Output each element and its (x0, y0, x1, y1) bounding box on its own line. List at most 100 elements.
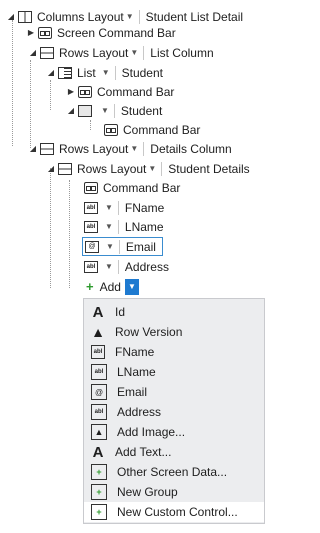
node-label: Command Bar (103, 180, 181, 195)
tree-node-student-item[interactable]: ◢ ▼ Student (66, 101, 162, 120)
separator (117, 200, 119, 215)
image-icon: ▲ (91, 424, 107, 440)
selected-node[interactable]: @ ▼ Email (82, 237, 163, 256)
add-dropdown-button[interactable]: ▼ (124, 278, 139, 295)
chevron-down-icon[interactable]: ▼ (148, 164, 156, 173)
summary-item-icon (78, 104, 92, 117)
tree-node-field-lname[interactable]: abl ▼ LName (84, 217, 164, 236)
add-item-row[interactable]: + Add ▼ (86, 277, 139, 296)
node-label: Screen Command Bar (57, 25, 176, 40)
menu-item-new-group[interactable]: + New Group (84, 482, 264, 502)
add-label[interactable]: Add (100, 280, 121, 294)
rows-layout-icon (58, 162, 72, 175)
command-bar-icon (84, 181, 98, 194)
chevron-down-icon[interactable]: ▼ (105, 262, 113, 271)
separator (138, 9, 140, 24)
collapse-toggle[interactable]: ◢ (28, 47, 38, 59)
chevron-down-icon[interactable]: ▼ (105, 222, 113, 231)
menu-item-label: Email (117, 385, 148, 399)
text-box-icon: abl (91, 345, 105, 359)
tree-node-rows-layout-list-column[interactable]: ◢ Rows Layout ▼ List Column (28, 43, 214, 62)
menu-item-label: LName (117, 365, 156, 379)
menu-item-other-screen-data[interactable]: + Other Screen Data... (84, 462, 264, 482)
separator (117, 219, 119, 234)
collapse-toggle[interactable]: ◢ (6, 11, 16, 23)
new-group-icon: + (91, 484, 107, 500)
text-box-icon: abl (84, 260, 98, 273)
node-name-label[interactable]: Student (121, 104, 162, 118)
chevron-down-icon[interactable]: ▼ (130, 48, 138, 57)
menu-item-row-version[interactable]: ▲ Row Version (84, 322, 264, 342)
menu-item-label: Add Text... (115, 445, 172, 459)
node-name-label[interactable]: Student Details (168, 162, 249, 176)
tree-node-field-email[interactable]: @ ▼ Email (82, 237, 163, 256)
field-label[interactable]: FName (125, 201, 164, 215)
add-dropdown-menu: A Id ▲ Row Version abl FName abl LName @… (83, 298, 265, 524)
tree-node-rows-layout-details-column[interactable]: ◢ Rows Layout ▼ Details Column (28, 139, 232, 158)
tree-node-field-address[interactable]: abl ▼ Address (84, 257, 169, 276)
node-type-label: Rows Layout (59, 141, 129, 156)
menu-item-label: Add Image... (117, 425, 186, 439)
chevron-down-icon[interactable]: ▼ (106, 242, 114, 251)
menu-item-address[interactable]: abl Address (84, 402, 264, 422)
separator (161, 161, 163, 176)
menu-item-email[interactable]: @ Email (84, 382, 264, 402)
expand-toggle[interactable]: ▶ (66, 86, 76, 98)
letter-a-icon: A (92, 303, 104, 321)
expand-toggle[interactable]: ▶ (26, 27, 36, 39)
collapse-toggle[interactable]: ◢ (28, 143, 38, 155)
menu-item-fname[interactable]: abl FName (84, 342, 264, 362)
collapse-toggle[interactable]: ◢ (46, 67, 56, 79)
chevron-down-icon[interactable]: ▼ (102, 68, 110, 77)
field-label[interactable]: LName (125, 220, 164, 234)
menu-item-add-text[interactable]: A Add Text... (84, 442, 264, 462)
command-bar-icon (78, 85, 92, 98)
tree-node-list-command-bar[interactable]: ▶ Command Bar (66, 82, 174, 101)
menu-item-add-image[interactable]: ▲ Add Image... (84, 422, 264, 442)
menu-item-label: Id (115, 305, 126, 319)
rows-layout-icon (40, 142, 54, 155)
screen-data-icon: + (91, 464, 107, 480)
custom-control-icon: + (91, 504, 107, 520)
email-address-icon: @ (85, 240, 99, 253)
chevron-down-icon[interactable]: ▼ (101, 106, 109, 115)
collapse-toggle[interactable]: ◢ (66, 105, 76, 117)
text-box-icon: abl (84, 220, 98, 233)
tree-node-list-student[interactable]: ◢ List ▼ Student (46, 63, 163, 82)
tree-node-field-fname[interactable]: abl ▼ FName (84, 198, 164, 217)
separator (118, 239, 120, 254)
tree-node-screen-command-bar[interactable]: ▶ Screen Command Bar (28, 23, 176, 42)
menu-item-label: New Custom Control... (117, 505, 238, 519)
node-type-label: Rows Layout (59, 45, 129, 60)
menu-item-new-custom-control[interactable]: + New Custom Control... (84, 502, 264, 522)
field-label[interactable]: Email (126, 240, 156, 254)
separator (143, 141, 145, 156)
menu-item-label: New Group (117, 485, 178, 499)
node-type-label: Rows Layout (77, 161, 147, 176)
menu-item-lname[interactable]: abl LName (84, 362, 264, 382)
list-icon (58, 66, 72, 79)
menu-item-label: Row Version (115, 325, 183, 339)
tree-node-student-command-bar[interactable]: Command Bar (104, 120, 200, 139)
field-label[interactable]: Address (125, 260, 169, 274)
separator (143, 45, 145, 60)
node-name-label[interactable]: List Column (150, 46, 213, 60)
node-name-label[interactable]: Details Column (150, 142, 231, 156)
collapse-toggle[interactable]: ◢ (46, 163, 56, 175)
chevron-down-icon[interactable]: ▼ (126, 12, 134, 21)
node-type-label: Columns Layout (37, 9, 124, 24)
chevron-down-icon[interactable]: ▼ (105, 203, 113, 212)
tree-node-details-command-bar[interactable]: Command Bar (84, 178, 180, 197)
node-label: Command Bar (97, 84, 175, 99)
warning-triangle-icon: ▲ (91, 324, 105, 340)
rows-layout-icon (40, 46, 54, 59)
separator (114, 65, 116, 80)
menu-item-id[interactable]: A Id (84, 302, 264, 322)
tree-node-rows-layout-student-details[interactable]: ◢ Rows Layout ▼ Student Details (46, 159, 250, 178)
email-address-icon: @ (91, 384, 107, 400)
node-name-label[interactable]: Student List Detail (146, 10, 243, 24)
node-label: Command Bar (123, 122, 201, 137)
plus-icon: + (86, 279, 94, 294)
node-name-label[interactable]: Student (122, 66, 163, 80)
chevron-down-icon[interactable]: ▼ (130, 144, 138, 153)
